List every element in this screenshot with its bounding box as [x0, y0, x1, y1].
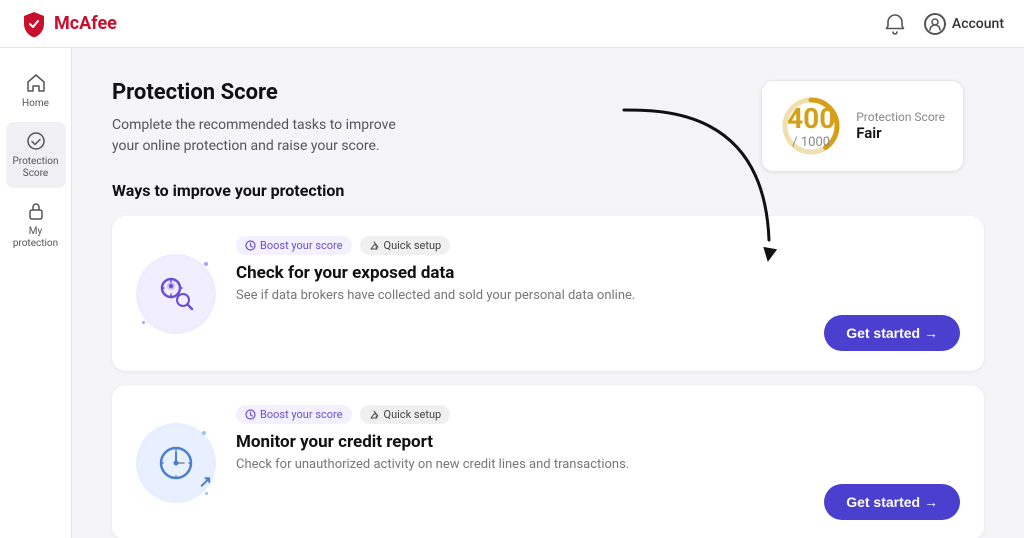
- mcafee-text: McAfee: [54, 13, 117, 34]
- section-title: Ways to improve your protection: [112, 181, 984, 200]
- sidebar-home-label: Home: [22, 98, 49, 110]
- boost-badge-1: Boost your score: [236, 236, 352, 255]
- card-title-1: Check for your exposed data: [236, 263, 960, 283]
- home-icon: [25, 72, 47, 94]
- sidebar: Home Protection Score My protection: [0, 48, 72, 538]
- header: McAfee Account: [0, 0, 1024, 48]
- score-denominator: / 1000: [787, 135, 835, 150]
- quick-badge-2: Quick setup: [360, 405, 451, 424]
- boost-badge-2: Boost your score: [236, 405, 352, 424]
- main-layout: Home Protection Score My protection: [0, 48, 1024, 538]
- card-exposed-data: Boost your score Quick setup Check for y…: [112, 216, 984, 371]
- account-circle-icon: [924, 13, 946, 35]
- page-description: Complete the recommended tasks to improv…: [112, 115, 412, 157]
- card-credit-report: ↗ Boost your score Quick setup Monitor y: [112, 385, 984, 538]
- get-started-button-2[interactable]: Get started →: [824, 484, 960, 520]
- account-button[interactable]: Account: [924, 13, 1004, 35]
- card-desc-1: See if data brokers have collected and s…: [236, 288, 960, 303]
- main-content: Protection Score Complete the recommende…: [72, 48, 1024, 538]
- sidebar-item-home[interactable]: Home: [6, 64, 66, 118]
- account-label: Account: [952, 16, 1004, 32]
- mcafee-shield-icon: [20, 10, 48, 38]
- lock-icon: [25, 200, 47, 222]
- shield-icon: [25, 130, 47, 152]
- get-started-button-1[interactable]: Get started →: [824, 315, 960, 351]
- score-label-value: Fair: [856, 124, 945, 142]
- sidebar-item-protection-score[interactable]: Protection Score: [6, 122, 66, 188]
- card-content-1: Boost your score Quick setup Check for y…: [236, 236, 960, 351]
- cards-container: Boost your score Quick setup Check for y…: [112, 216, 984, 538]
- card-content-2: Boost your score Quick setup Monitor you…: [236, 405, 960, 520]
- card-illustration-2: ↗: [136, 423, 216, 503]
- mcafee-logo: McAfee: [20, 10, 117, 38]
- sidebar-protection-label: Protection Score: [12, 156, 60, 180]
- score-badge: 400 / 1000 Protection Score Fair: [761, 80, 964, 172]
- bell-icon[interactable]: [884, 13, 906, 35]
- card-badges-2: Boost your score Quick setup: [236, 405, 960, 424]
- score-value: 400: [787, 102, 835, 135]
- sidebar-my-protection-label: My protection: [12, 226, 60, 250]
- header-right: Account: [884, 13, 1004, 35]
- score-label-title: Protection Score: [856, 110, 945, 124]
- sidebar-item-my-protection[interactable]: My protection: [6, 192, 66, 258]
- quick-badge-1: Quick setup: [360, 236, 451, 255]
- card-illustration-1: [136, 254, 216, 334]
- score-label-wrap: Protection Score Fair: [856, 110, 945, 142]
- card-badges-1: Boost your score Quick setup: [236, 236, 960, 255]
- card-desc-2: Check for unauthorized activity on new c…: [236, 457, 960, 472]
- card-title-2: Monitor your credit report: [236, 432, 960, 452]
